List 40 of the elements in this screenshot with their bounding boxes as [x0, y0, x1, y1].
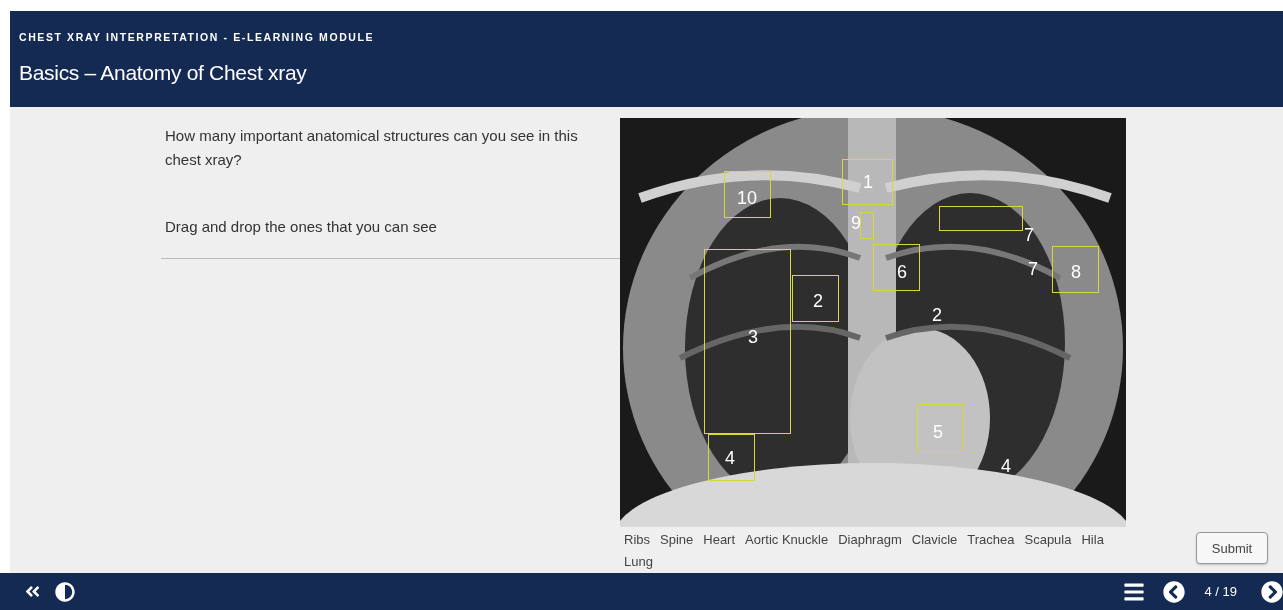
- structure-number: 1: [863, 173, 873, 191]
- course-title: CHEST XRAY INTERPRETATION - E-LEARNING MODULE: [19, 31, 376, 43]
- drag-label[interactable]: Spine: [660, 529, 694, 551]
- drop-zone[interactable]: [704, 249, 791, 434]
- structure-number: 7: [1028, 260, 1038, 278]
- drop-zone[interactable]: [939, 206, 1023, 231]
- structure-number: 10: [737, 189, 757, 207]
- drag-label[interactable]: Scapula: [1024, 529, 1072, 551]
- structure-number: 9: [851, 214, 861, 232]
- drop-zone[interactable]: [792, 275, 839, 322]
- structure-number: 7: [1024, 226, 1034, 244]
- drag-label[interactable]: Clavicle: [911, 529, 958, 551]
- question-text: How many important anatomical structures can you see in this chest xray?: [165, 126, 579, 170]
- drag-label[interactable]: Diaphragm: [838, 529, 902, 551]
- structure-number: 2: [932, 306, 942, 324]
- drag-label[interactable]: Trachea: [967, 529, 1015, 551]
- submit-button[interactable]: Submit: [1196, 532, 1268, 564]
- previous-icon[interactable]: [1163, 580, 1186, 603]
- structure-number: 4: [1001, 457, 1011, 475]
- drop-zone[interactable]: [873, 244, 920, 291]
- drag-label[interactable]: Lung: [624, 551, 653, 573]
- structure-number: 2: [813, 292, 823, 310]
- drop-zone[interactable]: [1052, 246, 1099, 293]
- page-indicator: 4 / 19: [1204, 584, 1237, 599]
- structure-number: 8: [1071, 263, 1081, 281]
- slide-title: Basics – Anatomy of Chest xray: [19, 61, 308, 85]
- drop-zone[interactable]: [724, 171, 771, 218]
- drag-label[interactable]: Hila: [1081, 529, 1104, 551]
- drop-zone[interactable]: [708, 434, 755, 481]
- structure-number: 6: [897, 263, 907, 281]
- structure-number: 3: [748, 328, 758, 346]
- instruction-text: Drag and drop the ones that you can see: [165, 218, 438, 235]
- contrast-icon[interactable]: [55, 581, 75, 602]
- next-icon[interactable]: [1261, 580, 1283, 603]
- collapse-icon[interactable]: [24, 583, 41, 600]
- structure-number: 4: [725, 449, 735, 467]
- drag-label[interactable]: Heart: [703, 529, 736, 551]
- drag-label[interactable]: Ribs: [624, 529, 650, 551]
- structure-number: 5: [933, 423, 943, 441]
- drag-label[interactable]: Aortic Knuckle: [745, 529, 829, 551]
